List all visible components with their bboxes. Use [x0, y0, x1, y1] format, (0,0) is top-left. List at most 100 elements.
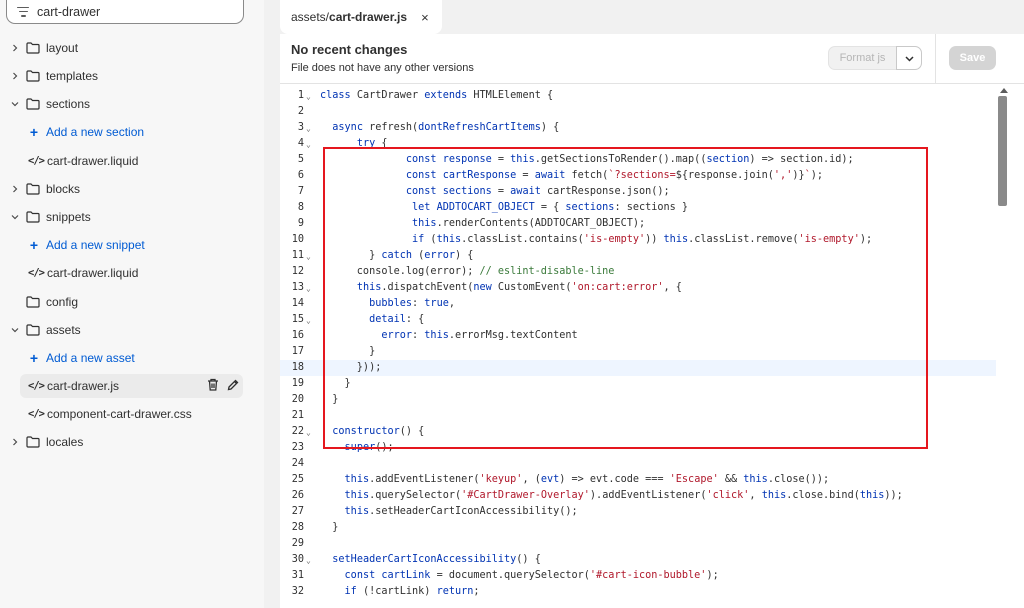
- code-file-icon: </>: [28, 408, 45, 420]
- fold-chevron-icon[interactable]: ⌄: [306, 249, 311, 265]
- line-number: 25: [291, 474, 304, 485]
- line-number: 29: [291, 538, 304, 549]
- file-assets-cart-drawer-js[interactable]: </> cart-drawer.js: [20, 374, 243, 398]
- tab-cart-drawer-js[interactable]: assets/cart-drawer.js ×: [280, 0, 442, 34]
- scrollbar-thumb[interactable]: [998, 96, 1007, 206]
- folder-blocks[interactable]: blocks: [0, 177, 264, 201]
- line-number: 8: [297, 202, 304, 213]
- editor-card: No recent changes File does not have any…: [280, 34, 1024, 608]
- line-number: 4: [297, 138, 304, 149]
- filter-icon: [17, 6, 29, 17]
- file-component-cart-drawer-css[interactable]: </> component-cart-drawer.css: [0, 402, 264, 426]
- line-number: 12: [291, 266, 304, 277]
- line-number: 7: [297, 186, 304, 197]
- code-line: 28 }: [280, 520, 996, 536]
- format-options-button[interactable]: [896, 46, 922, 70]
- folder-layout[interactable]: layout: [0, 36, 264, 60]
- line-number: 31: [291, 570, 304, 581]
- fold-chevron-icon[interactable]: ⌄: [306, 425, 311, 441]
- folder-icon: [26, 98, 40, 110]
- folder-label: locales: [46, 435, 84, 449]
- tab-path: assets/: [291, 10, 330, 24]
- folder-sections[interactable]: sections: [0, 92, 264, 116]
- add-label: Add a new asset: [46, 351, 135, 365]
- folder-assets[interactable]: assets: [0, 318, 264, 342]
- code-file-icon: </>: [28, 267, 45, 279]
- add-section-link[interactable]: + Add a new section: [0, 120, 264, 144]
- file-snippets-cart-drawer-liquid[interactable]: </> cart-drawer.liquid: [0, 261, 264, 285]
- line-number: 11: [291, 250, 304, 261]
- fold-chevron-icon[interactable]: ⌄: [306, 553, 311, 569]
- fold-chevron-icon[interactable]: ⌄: [306, 313, 311, 329]
- file-sidebar: cart-drawer layout templates sections + …: [0, 0, 264, 608]
- format-group: Format js: [828, 46, 922, 70]
- version-subtitle: File does not have any other versions: [291, 62, 474, 74]
- fold-chevron-icon[interactable]: ⌄: [306, 89, 311, 105]
- line-number: 10: [291, 234, 304, 245]
- line-number: 21: [291, 410, 304, 421]
- line-number: 6: [297, 170, 304, 181]
- add-asset-link[interactable]: + Add a new asset: [0, 346, 264, 370]
- fold-chevron-icon[interactable]: ⌄: [306, 121, 311, 137]
- folder-label: blocks: [46, 182, 81, 196]
- pencil-icon[interactable]: [227, 379, 239, 394]
- folder-icon: [26, 324, 40, 336]
- file-label: component-cart-drawer.css: [47, 407, 192, 421]
- line-number: 3: [297, 122, 304, 133]
- line-number: 9: [297, 218, 304, 229]
- close-icon[interactable]: ×: [421, 10, 429, 25]
- line-number: 13: [291, 282, 304, 293]
- folder-label: assets: [46, 323, 81, 337]
- line-number: 23: [291, 442, 304, 453]
- line-number: 30: [291, 554, 304, 565]
- folder-locales[interactable]: locales: [0, 430, 264, 454]
- code-line: 1 ⌄ class CartDrawer extends HTMLElement {: [280, 88, 996, 104]
- code-line: 30 ⌄ setHeaderCartIconAccessibility() {: [280, 552, 996, 568]
- line-number: 24: [291, 458, 304, 469]
- fold-chevron-icon[interactable]: ⌄: [306, 281, 311, 297]
- line-number: 19: [291, 378, 304, 389]
- tab-bar: assets/cart-drawer.js ×: [280, 0, 1024, 34]
- add-label: Add a new snippet: [46, 238, 145, 252]
- line-number: 1: [297, 90, 304, 101]
- code-file-icon: </>: [28, 155, 45, 167]
- folder-label: templates: [46, 69, 99, 83]
- folder-config[interactable]: config: [0, 290, 264, 314]
- save-button[interactable]: Save: [949, 46, 996, 70]
- line-number: 26: [291, 490, 304, 501]
- line-number: 18: [291, 362, 304, 373]
- line-number: 15: [291, 314, 304, 325]
- code-line: 29: [280, 536, 996, 552]
- code-line: 31 const cartLink = document.querySelect…: [280, 568, 996, 584]
- folder-label: snippets: [46, 210, 91, 224]
- chevron-down-icon: [0, 213, 20, 221]
- code-file-icon: </>: [28, 380, 45, 392]
- version-title: No recent changes: [291, 42, 408, 57]
- folder-templates[interactable]: templates: [0, 64, 264, 88]
- format-js-button[interactable]: Format js: [828, 46, 896, 70]
- fold-chevron-icon[interactable]: ⌄: [306, 137, 311, 153]
- line-number: 20: [291, 394, 304, 405]
- file-sections-cart-drawer-liquid[interactable]: </> cart-drawer.liquid: [0, 149, 264, 173]
- trash-icon[interactable]: [207, 378, 219, 394]
- chevron-down-icon: [904, 49, 914, 67]
- scroll-up-arrow-icon[interactable]: [1000, 88, 1008, 93]
- chevron-down-icon: [0, 326, 20, 334]
- line-number: 27: [291, 506, 304, 517]
- folder-icon: [26, 70, 40, 82]
- folder-icon: [26, 42, 40, 54]
- editor-panel: assets/cart-drawer.js × No recent change…: [264, 0, 1024, 608]
- line-number: 5: [297, 154, 304, 165]
- line-number: 2: [297, 106, 304, 117]
- chevron-right-icon: [0, 44, 20, 52]
- plus-icon: +: [29, 237, 39, 253]
- code-line: 3 ⌄ async refresh(dontRefreshCartItems) {: [280, 120, 996, 136]
- line-number: 14: [291, 298, 304, 309]
- code-line: 2: [280, 104, 996, 120]
- file-label: cart-drawer.liquid: [47, 266, 139, 280]
- code-line: 25 this.addEventListener('keyup', (evt) …: [280, 472, 996, 488]
- file-search-input[interactable]: cart-drawer: [6, 0, 244, 24]
- folder-label: layout: [46, 41, 79, 55]
- folder-snippets[interactable]: snippets: [0, 205, 264, 229]
- add-snippet-link[interactable]: + Add a new snippet: [0, 233, 264, 257]
